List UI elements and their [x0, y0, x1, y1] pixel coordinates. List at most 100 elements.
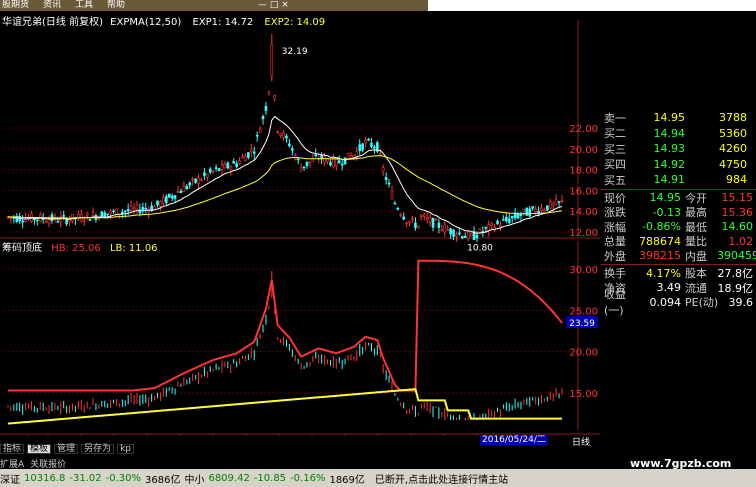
- tab-indicator[interactable]: 指标: [0, 444, 25, 454]
- candle-body: [126, 208, 130, 212]
- exp1-value: EXP1: 14.72: [192, 17, 254, 28]
- candle-body: [455, 234, 458, 237]
- candle-body: [273, 94, 277, 100]
- candle-body: [510, 216, 514, 219]
- candle-body: [554, 199, 558, 205]
- candle-body: [461, 236, 464, 239]
- candle-body: [484, 226, 488, 229]
- candle-body: [279, 133, 282, 136]
- candle-body: [437, 222, 441, 228]
- lb-value: LB: 11.06: [109, 243, 158, 254]
- candle-body: [235, 163, 238, 167]
- candle-body: [440, 229, 444, 232]
- candle-body: [551, 202, 555, 206]
- candle-body: [112, 210, 115, 213]
- stock-name: 华谊兄弟(日线 前复权): [2, 17, 103, 28]
- candle-body: [370, 142, 373, 147]
- exp2-value: EXP2: 14.09: [264, 17, 326, 28]
- candle-body: [408, 220, 411, 223]
- candle-body: [159, 201, 162, 207]
- exp2-line: [8, 155, 563, 219]
- candle-body: [65, 218, 68, 225]
- y-tick-label: 18.00: [569, 166, 598, 177]
- candle-body: [176, 191, 180, 193]
- quote-panel: 卖一 14.95 3788 买二 14.94 5360 买三 14.93 426…: [601, 110, 756, 317]
- candle-body: [62, 215, 65, 217]
- bid-row: 买五 14.91 984: [604, 173, 747, 187]
- candle-body: [443, 224, 447, 233]
- candle-body: [296, 158, 300, 161]
- candle-body: [352, 154, 356, 158]
- candle-body: [458, 232, 461, 235]
- candle-body: [56, 221, 60, 223]
- status-bar: 深证 10316.8 -31.02 -0.30% 3686亿 中小 6809.4…: [0, 469, 756, 487]
- main-chart-title: 华谊兄弟(日线 前复权) EXPMA(12,50) EXP1: 14.72 EX…: [2, 13, 325, 28]
- candle-body: [144, 207, 148, 210]
- candle-body: [340, 163, 344, 166]
- candle-body: [123, 210, 127, 213]
- candle-body: [91, 212, 95, 216]
- candle-body: [543, 209, 546, 212]
- candle-body: [528, 208, 532, 217]
- candle-body: [381, 167, 385, 172]
- candle-body: [449, 228, 452, 235]
- candle-body: [179, 190, 183, 194]
- tab-kp[interactable]: kp: [117, 444, 134, 454]
- candle-body: [247, 152, 250, 158]
- candle-body: [288, 143, 291, 147]
- bid-row: 买三 14.93 4260: [604, 142, 747, 156]
- candle-body: [129, 205, 133, 212]
- tab-manage[interactable]: 管理: [54, 444, 79, 454]
- stat-row: 外盘 398215 内盘 390459: [604, 249, 756, 263]
- kline-chart[interactable]: 22.00 20.00 18.00 16.00 14.00 12.00 30.00 25.00…: [0, 10, 600, 436]
- candle-body: [115, 208, 118, 217]
- y-tick-label: 20.00: [569, 348, 598, 359]
- candle-body: [194, 178, 197, 183]
- candle-body: [390, 191, 394, 200]
- candle-body: [36, 219, 39, 222]
- stat-row: 涨跌 -0.13 最高 15.36: [604, 205, 753, 220]
- low-price-label: 10.80: [467, 243, 493, 253]
- sz-value: 10316.8: [24, 472, 66, 484]
- candle-body: [405, 222, 408, 224]
- candle-body: [329, 162, 332, 166]
- candle-body: [185, 186, 189, 190]
- hb-value: HB: 25.06: [51, 243, 101, 254]
- candle-body: [334, 158, 338, 167]
- candle-body: [135, 204, 139, 210]
- candle-body: [373, 146, 376, 149]
- y-tick-label: 30.00: [569, 265, 598, 276]
- candle-body: [200, 179, 203, 182]
- lb-line: [7, 388, 562, 425]
- candle-body: [9, 217, 13, 219]
- candle-body: [396, 208, 400, 210]
- candle-body: [191, 178, 194, 181]
- candle-body: [540, 207, 543, 212]
- candle-body: [244, 155, 247, 162]
- candle-body: [261, 116, 265, 120]
- tab-save-as[interactable]: 另存为: [81, 444, 115, 454]
- candle-body: [446, 229, 449, 231]
- candle-body: [109, 210, 112, 215]
- zx-pct: -0.16%: [290, 472, 326, 484]
- candle-body: [305, 161, 309, 167]
- tab-template[interactable]: 模板: [27, 444, 52, 454]
- stat-row: 总量 788674 量比 1.02: [604, 234, 753, 249]
- candle-body: [557, 201, 561, 203]
- candle-body: [249, 149, 253, 153]
- y-tick-label: 20.00: [569, 145, 598, 156]
- candle-body: [299, 167, 303, 172]
- candle-body: [490, 222, 493, 226]
- candle-body: [206, 173, 209, 178]
- candle-body: [355, 151, 359, 157]
- candle-body: [232, 161, 236, 164]
- candle-body: [393, 202, 397, 205]
- candle-body: [502, 219, 505, 221]
- candle-body: [434, 219, 438, 221]
- candle-body: [546, 205, 549, 211]
- candle-body: [431, 217, 435, 228]
- connection-message[interactable]: 已断开,点击此处连接行情主站: [375, 471, 508, 486]
- candle-body: [217, 168, 221, 171]
- candle-body: [82, 219, 86, 222]
- candle-body: [516, 214, 520, 219]
